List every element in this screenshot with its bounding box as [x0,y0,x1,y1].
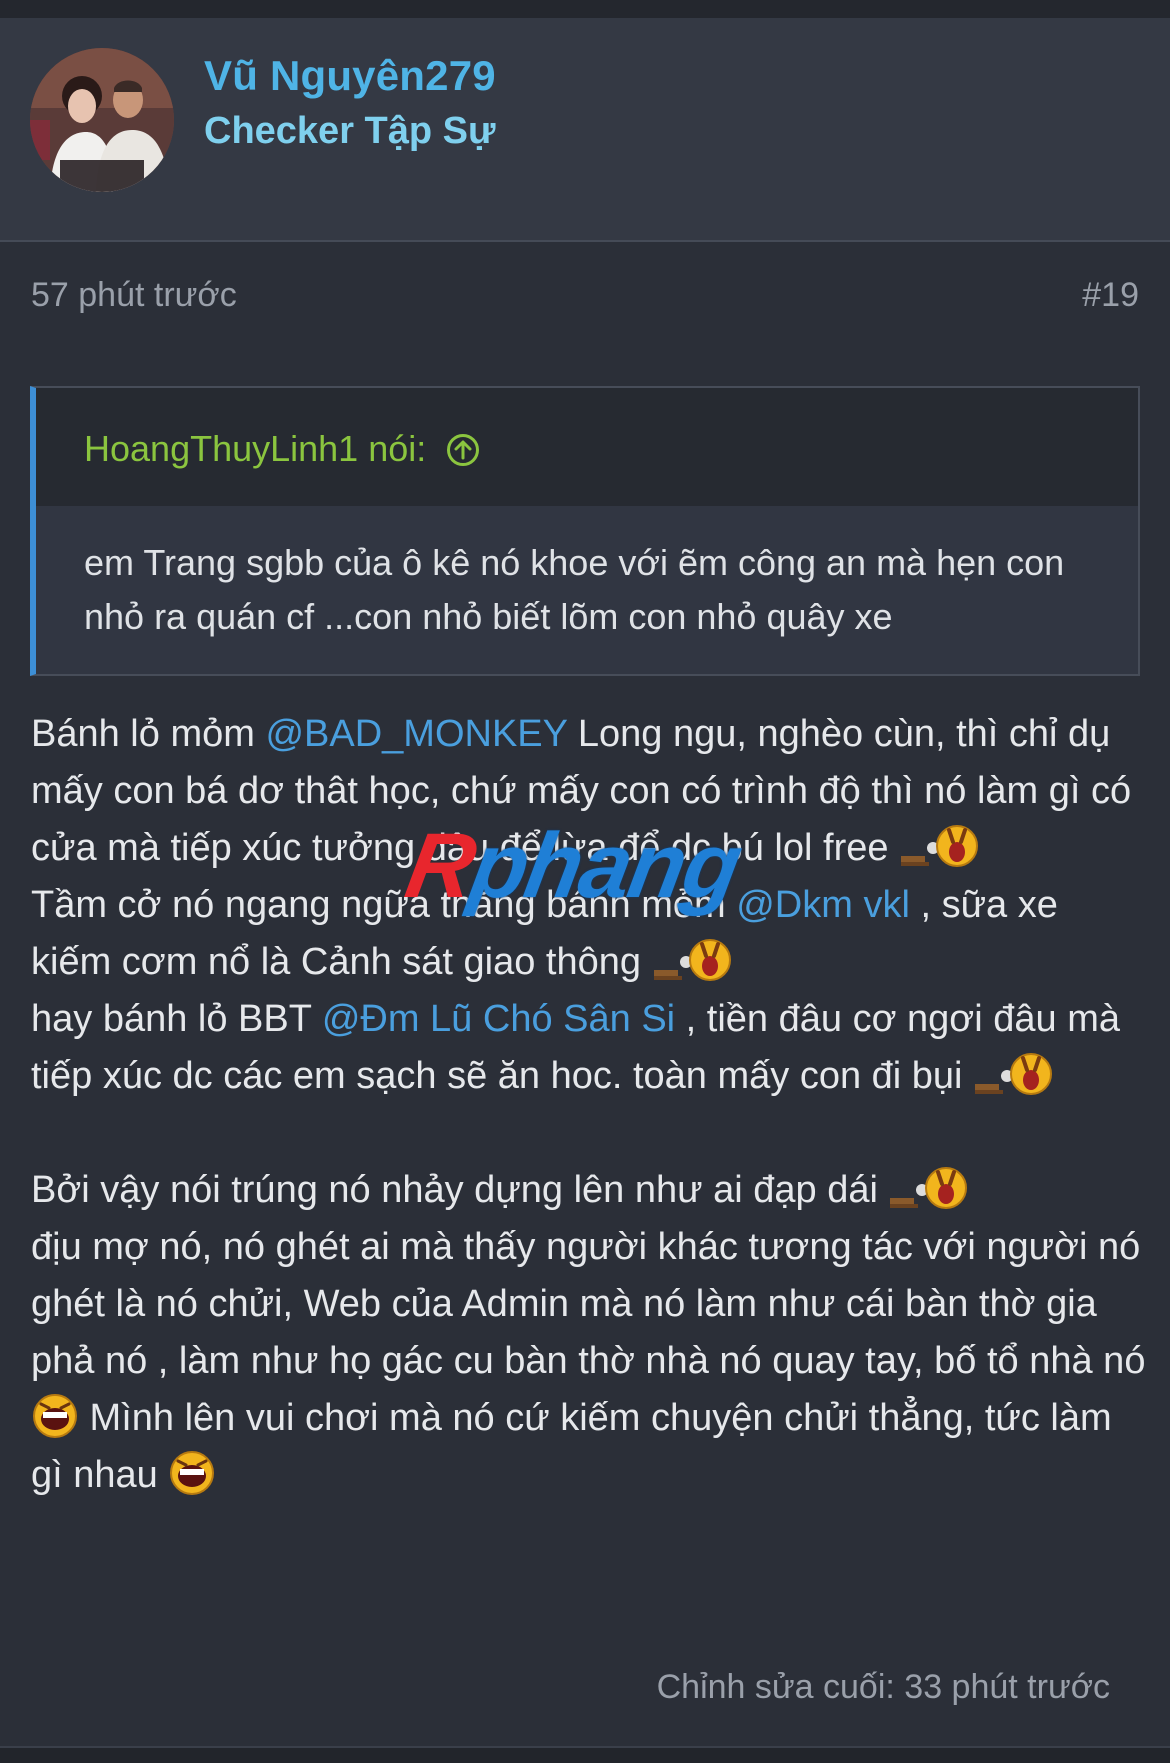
last-edited-note: Chỉnh sửa cuối: 33 phút trước [656,1668,1110,1706]
post-meta: 57 phút trước #19 [31,276,1139,326]
quote-author-link[interactable]: HoangThuyLinh1 nói: [84,428,480,470]
user-title: Checker Tập Sự [204,110,496,152]
scream-face-emoji-icon [33,1394,77,1438]
avatar-image [30,48,174,192]
post-text: hay bánh lỏ BBT [31,998,322,1040]
post-page: Vũ Nguyên279 Checker Tập Sự 57 phút trướ… [0,0,1170,1763]
post-number[interactable]: #19 [1082,276,1139,315]
brick-face-emoji-icon [901,825,979,867]
avatar[interactable] [30,48,174,192]
username[interactable]: Vũ Nguyên279 [204,52,496,100]
post-paragraph: hay bánh lỏ BBT @Đm Lũ Chó Sân Si , tiền… [31,991,1146,1105]
quote-text: em Trang sgbb của ô kê nó khoe với ẽm cô… [84,542,1065,637]
scream-face-emoji-icon [170,1451,215,1495]
quote-header: HoangThuyLinh1 nói: [36,388,1138,506]
bottom-divider [0,1746,1170,1763]
top-strip [0,0,1170,18]
post-time[interactable]: 57 phút trước [31,276,237,315]
post-text: Tầm cở nó ngang ngữa thằng bánh mỏm [31,884,737,926]
user-header: Vũ Nguyên279 Checker Tập Sự [0,18,1170,242]
mention-link[interactable]: @Đm Lũ Chó Sân Si [322,998,675,1040]
arrow-up-circle-icon[interactable] [446,433,480,467]
post-paragraph: Bởi vậy nói trúng nó nhảy dựng lên như a… [31,1162,1146,1504]
mention-link[interactable]: @BAD_MONKEY [265,713,567,755]
post-paragraph: Tầm cở nó ngang ngữa thằng bánh mỏm @Dkm… [31,877,1146,991]
post-body: Bánh lỏ mỏm @BAD_MONKEY Long ngu, nghèo … [31,706,1146,1504]
mention-link[interactable]: @Dkm vkl [736,884,910,926]
post-text: Bởi vậy nói trúng nó nhảy dựng lên như a… [31,1169,889,1211]
brick-face-emoji-icon [653,939,731,981]
brick-face-emoji-icon [975,1053,1053,1095]
post-paragraph: Bánh lỏ mỏm @BAD_MONKEY Long ngu, nghèo … [31,706,1146,877]
post-text: địu mợ nó, nó ghét ai mà thấy người khác… [31,1226,1146,1382]
brick-face-emoji-icon [890,1167,968,1209]
quote-author-label: HoangThuyLinh1 nói: [84,428,427,469]
post-text: Bánh lỏ mỏm [31,713,266,755]
quote-block: HoangThuyLinh1 nói: em Trang sgbb của ô … [30,386,1140,676]
